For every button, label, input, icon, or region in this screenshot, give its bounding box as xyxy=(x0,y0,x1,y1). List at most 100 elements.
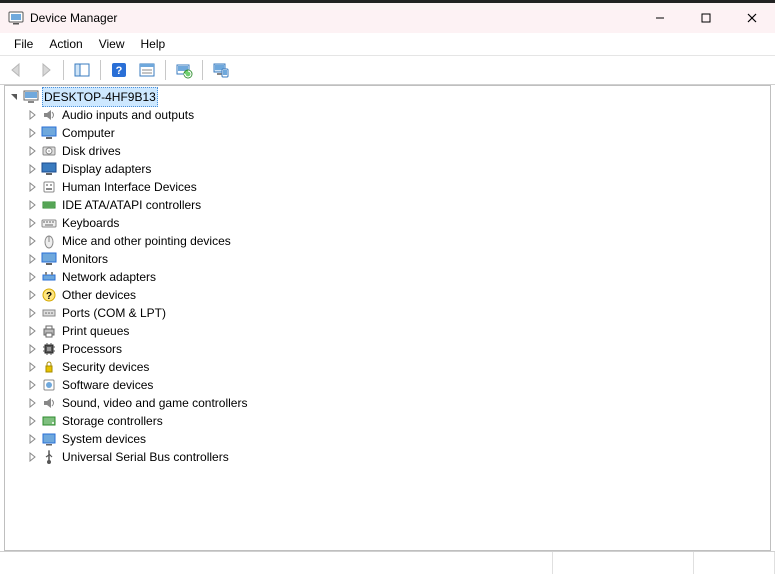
menubar: File Action View Help xyxy=(0,33,775,56)
monitor-icon xyxy=(41,125,57,141)
computer-icon xyxy=(23,89,39,105)
tree-node-label: Print queues xyxy=(60,322,131,340)
maximize-button[interactable] xyxy=(683,3,729,33)
menu-file[interactable]: File xyxy=(6,35,41,53)
tree-node-label: IDE ATA/ATAPI controllers xyxy=(60,196,203,214)
back-button[interactable] xyxy=(4,57,30,83)
tree-node[interactable]: Processors xyxy=(5,340,770,358)
tree-node[interactable]: Security devices xyxy=(5,358,770,376)
tree-node[interactable]: Network adapters xyxy=(5,268,770,286)
tree-node[interactable]: Mice and other pointing devices xyxy=(5,232,770,250)
expand-icon[interactable] xyxy=(25,200,39,210)
tree-node-label: Monitors xyxy=(60,250,110,268)
expand-icon[interactable] xyxy=(25,308,39,318)
disk-icon xyxy=(41,143,57,159)
tree-node-label: Sound, video and game controllers xyxy=(60,394,249,412)
titlebar: Device Manager xyxy=(0,3,775,33)
expand-icon[interactable] xyxy=(25,416,39,426)
help-button[interactable]: ? xyxy=(106,57,132,83)
expand-icon[interactable] xyxy=(25,218,39,228)
device-manager-window: { "title": "Device Manager", "window_con… xyxy=(0,0,775,574)
expand-icon[interactable] xyxy=(25,362,39,372)
show-hide-tree-button[interactable] xyxy=(69,57,95,83)
tree-node-label: Human Interface Devices xyxy=(60,178,199,196)
tree-node[interactable]: Human Interface Devices xyxy=(5,178,770,196)
expand-icon[interactable] xyxy=(25,110,39,120)
tree-node[interactable]: Software devices xyxy=(5,376,770,394)
devices-view-button[interactable] xyxy=(208,57,234,83)
tree-node[interactable]: ?Other devices xyxy=(5,286,770,304)
tree-node-label: Software devices xyxy=(60,376,155,394)
tree-node[interactable]: Print queues xyxy=(5,322,770,340)
tree-node[interactable]: Ports (COM & LPT) xyxy=(5,304,770,322)
storage-icon xyxy=(41,413,57,429)
tree-node[interactable]: DESKTOP-4HF9B13 xyxy=(5,88,770,106)
tree-node[interactable]: Universal Serial Bus controllers xyxy=(5,448,770,466)
hid-icon xyxy=(41,179,57,195)
expand-icon[interactable] xyxy=(25,290,39,300)
expand-icon[interactable] xyxy=(25,146,39,156)
usb-icon xyxy=(41,449,57,465)
menu-help[interactable]: Help xyxy=(133,35,174,53)
mouse-icon xyxy=(41,233,57,249)
expand-icon[interactable] xyxy=(25,182,39,192)
window-title: Device Manager xyxy=(30,11,117,25)
tree-node-label: DESKTOP-4HF9B13 xyxy=(42,87,158,107)
close-button[interactable] xyxy=(729,3,775,33)
minimize-button[interactable] xyxy=(637,3,683,33)
toolbar-separator xyxy=(63,60,64,80)
tree-node-label: Disk drives xyxy=(60,142,123,160)
device-tree[interactable]: DESKTOP-4HF9B13Audio inputs and outputsC… xyxy=(4,85,771,551)
properties-button[interactable] xyxy=(134,57,160,83)
tree-node[interactable]: Disk drives xyxy=(5,142,770,160)
toolbar-separator xyxy=(165,60,166,80)
expand-icon[interactable] xyxy=(25,398,39,408)
expand-icon[interactable] xyxy=(25,164,39,174)
audio-icon xyxy=(41,107,57,123)
port-icon xyxy=(41,305,57,321)
expand-icon[interactable] xyxy=(25,254,39,264)
audio-icon xyxy=(41,395,57,411)
menu-view[interactable]: View xyxy=(91,35,133,53)
expand-icon[interactable] xyxy=(25,272,39,282)
expand-icon[interactable] xyxy=(25,236,39,246)
expand-icon[interactable] xyxy=(25,380,39,390)
tree-node-label: Network adapters xyxy=(60,268,158,286)
ide-icon xyxy=(41,197,57,213)
software-icon xyxy=(41,377,57,393)
monitor-icon xyxy=(41,251,57,267)
system-icon xyxy=(41,431,57,447)
menu-action[interactable]: Action xyxy=(41,35,90,53)
printer-icon xyxy=(41,323,57,339)
toolbar: ? xyxy=(0,56,775,85)
app-icon xyxy=(8,10,24,26)
toolbar-separator xyxy=(100,60,101,80)
display-icon xyxy=(41,161,57,177)
tree-node[interactable]: IDE ATA/ATAPI controllers xyxy=(5,196,770,214)
tree-node[interactable]: Storage controllers xyxy=(5,412,770,430)
processor-icon xyxy=(41,341,57,357)
keyboard-icon xyxy=(41,215,57,231)
tree-node[interactable]: Computer xyxy=(5,124,770,142)
tree-node-label: System devices xyxy=(60,430,148,448)
tree-node[interactable]: Audio inputs and outputs xyxy=(5,106,770,124)
tree-node[interactable]: Sound, video and game controllers xyxy=(5,394,770,412)
tree-node[interactable]: Monitors xyxy=(5,250,770,268)
toolbar-separator xyxy=(202,60,203,80)
expand-icon[interactable] xyxy=(25,326,39,336)
tree-node[interactable]: System devices xyxy=(5,430,770,448)
tree-node[interactable]: Keyboards xyxy=(5,214,770,232)
expand-icon[interactable] xyxy=(25,434,39,444)
security-icon xyxy=(41,359,57,375)
network-icon xyxy=(41,269,57,285)
other-icon: ? xyxy=(41,287,57,303)
expand-icon[interactable] xyxy=(25,452,39,462)
tree-node-label: Keyboards xyxy=(60,214,121,232)
tree-node-label: Other devices xyxy=(60,286,138,304)
forward-button[interactable] xyxy=(32,57,58,83)
scan-hardware-button[interactable] xyxy=(171,57,197,83)
tree-node[interactable]: Display adapters xyxy=(5,160,770,178)
collapse-icon[interactable] xyxy=(7,92,21,102)
expand-icon[interactable] xyxy=(25,128,39,138)
expand-icon[interactable] xyxy=(25,344,39,354)
